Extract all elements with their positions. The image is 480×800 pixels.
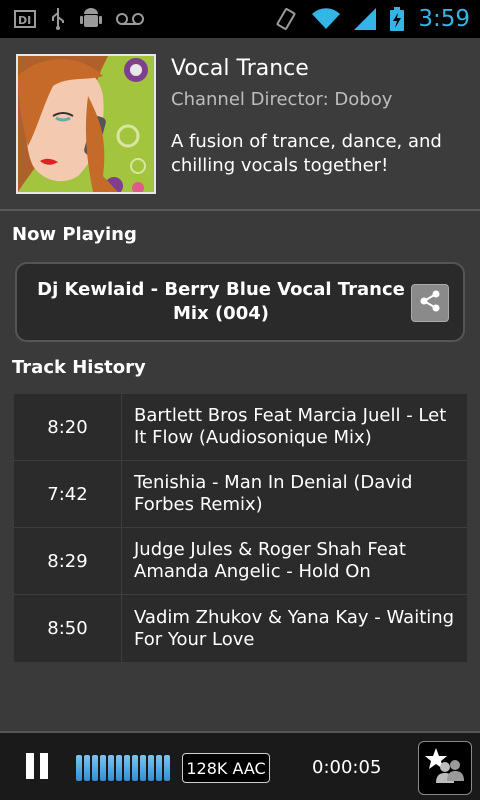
buffer-segment <box>116 755 122 781</box>
channel-header: Vocal Trance Channel Director: Doboy A f… <box>0 38 480 210</box>
now-playing-card: Dj Kewlaid - Berry Blue Vocal Trance Mix… <box>15 262 465 342</box>
buffer-segment <box>92 755 98 781</box>
voicemail-icon <box>116 12 144 26</box>
track-duration: 8:50 <box>14 595 122 662</box>
track-duration: 8:20 <box>14 394 122 460</box>
bitrate-badge: 128K AAC <box>182 753 270 783</box>
vibrate-icon <box>274 7 298 31</box>
table-row[interactable]: 8:50 Vadim Zhukov & Yana Kay - Waiting F… <box>14 595 467 662</box>
share-icon <box>419 290 441 316</box>
buffer-segment <box>100 755 106 781</box>
buffer-segment <box>148 755 154 781</box>
now-playing-track: Dj Kewlaid - Berry Blue Vocal Trance Mix… <box>37 279 405 324</box>
wifi-icon <box>312 8 341 30</box>
player-bar: 128K AAC 0:00:05 <box>0 731 480 800</box>
favorites-button[interactable] <box>418 741 472 795</box>
table-row[interactable]: 8:29 Judge Jules & Roger Shah Feat Amand… <box>14 528 467 595</box>
elapsed-time: 0:00:05 <box>312 757 382 778</box>
usb-icon <box>50 7 66 31</box>
table-row[interactable]: 7:42 Tenishia - Man In Denial (David For… <box>14 461 467 528</box>
buffer-segment <box>108 755 114 781</box>
channel-description: A fusion of trance, dance, and chilling … <box>171 131 442 176</box>
pause-icon <box>26 753 34 779</box>
buffer-meter <box>76 755 172 781</box>
svg-text:DI: DI <box>18 14 31 27</box>
buffer-segment <box>124 755 130 781</box>
track-title: Tenishia - Man In Denial (David Forbes R… <box>134 472 413 515</box>
divider <box>0 209 480 211</box>
track-duration: 7:42 <box>14 461 122 527</box>
track-history-heading: Track History <box>12 357 146 378</box>
buffer-segment <box>140 755 146 781</box>
buffer-segment <box>76 755 82 781</box>
buffer-segment <box>84 755 90 781</box>
pause-button[interactable] <box>26 753 48 779</box>
now-playing-heading: Now Playing <box>12 224 137 245</box>
di-icon: DI <box>14 9 36 29</box>
buffer-segment <box>132 755 138 781</box>
channel-director: Channel Director: Doboy <box>171 89 393 110</box>
status-bar: DI 3:59 <box>0 0 480 38</box>
track-title: Vadim Zhukov & Yana Kay - Waiting For Yo… <box>134 606 455 650</box>
buffer-segment <box>164 755 170 781</box>
channel-cover-art <box>16 54 156 194</box>
buffer-segment <box>156 755 162 781</box>
track-duration: 8:29 <box>14 528 122 594</box>
track-title: Bartlett Bros Feat Marcia Juell - Let It… <box>134 405 447 448</box>
signal-icon <box>354 8 377 30</box>
track-history-table: 8:20 Bartlett Bros Feat Marcia Juell - L… <box>14 394 467 662</box>
share-button[interactable] <box>411 284 449 322</box>
table-row[interactable]: 8:20 Bartlett Bros Feat Marcia Juell - L… <box>14 394 467 461</box>
clock: 3:59 <box>418 6 470 32</box>
channel-title: Vocal Trance <box>171 56 309 81</box>
track-title: Judge Jules & Roger Shah Feat Amanda Ang… <box>134 539 406 582</box>
battery-charging-icon <box>390 7 405 31</box>
star-people-icon <box>425 747 465 789</box>
android-debug-icon <box>80 7 102 31</box>
